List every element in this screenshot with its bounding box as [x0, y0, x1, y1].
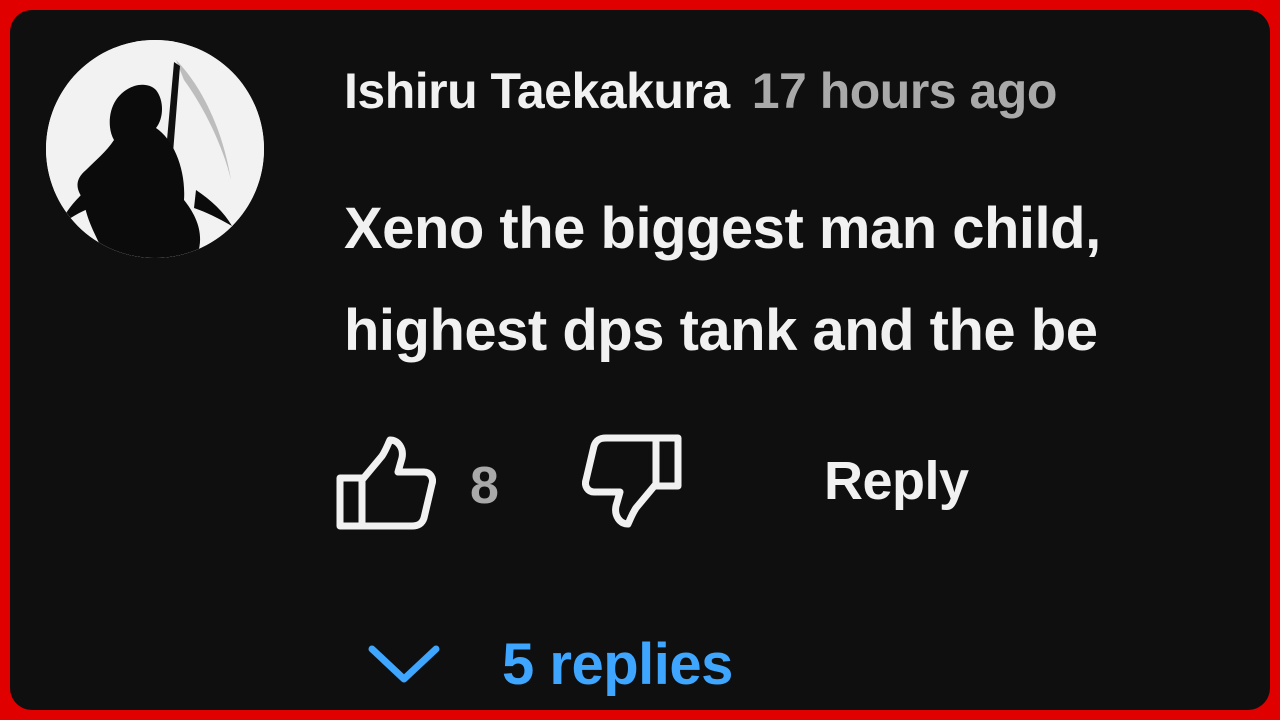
comment-text-line-1: Xeno the biggest man child,	[344, 196, 1101, 261]
reply-button[interactable]: Reply	[824, 450, 969, 512]
view-replies-button[interactable]: 5 replies	[366, 624, 733, 704]
chevron-down-icon	[368, 645, 440, 683]
author-name[interactable]: Ishiru Taekakura	[344, 63, 730, 119]
like-button[interactable]	[332, 434, 436, 530]
like-count: 8	[470, 457, 499, 515]
thumbs-down-icon	[582, 434, 682, 528]
avatar[interactable]	[46, 40, 264, 258]
comment-card: Ishiru Taekakura 17 hours ago Xeno the bi…	[10, 10, 1270, 710]
comment-header: Ishiru Taekakura 17 hours ago	[344, 62, 1057, 120]
thumbs-up-icon	[336, 436, 436, 530]
comment-text: Xeno the biggest man child, highest dps …	[344, 178, 1270, 382]
red-frame-border: Ishiru Taekakura 17 hours ago Xeno the bi…	[0, 0, 1280, 720]
comment-timestamp[interactable]: 17 hours ago	[752, 63, 1058, 119]
comment-text-line-2: highest dps tank and the be	[344, 298, 1098, 363]
avatar-silhouette-image	[46, 40, 264, 258]
dislike-button[interactable]	[582, 434, 686, 530]
replies-count-label: 5 replies	[502, 631, 733, 697]
